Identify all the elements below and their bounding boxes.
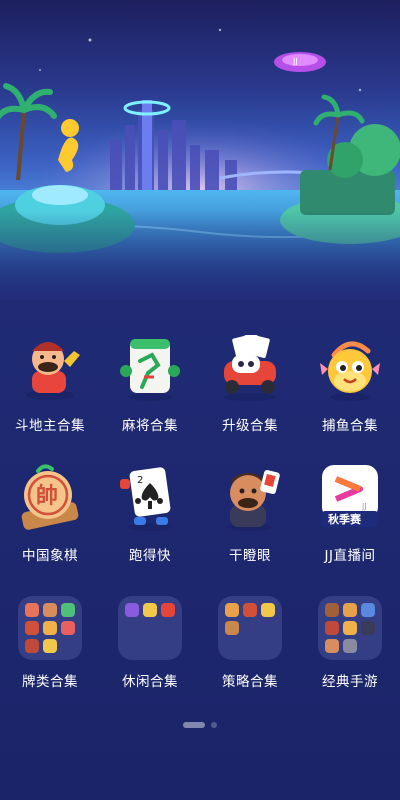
app-label: 捕鱼合集 <box>322 418 378 434</box>
folder-icon <box>18 596 82 660</box>
folder-icon <box>318 596 382 660</box>
page-dot-active[interactable] <box>183 722 205 728</box>
folder-classic-mobile[interactable]: 经典手游 <box>300 590 400 720</box>
app-label: 斗地主合集 <box>15 418 85 434</box>
svg-text:帥: 帥 <box>36 483 58 509</box>
hero-banner: JJ <box>0 0 400 300</box>
page-indicator <box>0 722 400 728</box>
race-car-cards-icon <box>213 330 287 404</box>
folder-strategy[interactable]: 策略合集 <box>200 590 300 720</box>
app-label: 跑得快 <box>129 548 171 564</box>
app-chinese-chess[interactable]: 帥 中国象棋 <box>0 460 100 590</box>
app-label: 策略合集 <box>222 674 278 690</box>
app-upgrade[interactable]: 升级合集 <box>200 330 300 460</box>
jj-live-icon: JJ 秋季赛 <box>313 460 387 534</box>
folder-card-games[interactable]: 牌类合集 <box>0 590 100 720</box>
app-jj-live[interactable]: JJ 秋季赛 JJ直播间 <box>300 460 400 590</box>
app-label: 中国象棋 <box>22 548 78 564</box>
chinese-chess-piece-icon: 帥 <box>13 460 87 534</box>
landlord-character-icon <box>13 330 87 404</box>
app-label: 休闲合集 <box>122 674 178 690</box>
folder-icon <box>218 596 282 660</box>
folder-icon <box>118 596 182 660</box>
app-run-fast[interactable]: 2 跑得快 <box>100 460 200 590</box>
app-label: 干瞪眼 <box>229 548 271 564</box>
jj-small-logo: JJ <box>361 502 367 511</box>
app-staring[interactable]: 干瞪眼 <box>200 460 300 590</box>
svg-text:2: 2 <box>137 475 143 486</box>
page-dot[interactable] <box>211 722 217 728</box>
app-label: 牌类合集 <box>22 674 78 690</box>
folder-casual[interactable]: 休闲合集 <box>100 590 200 720</box>
app-fishing[interactable]: 捕鱼合集 <box>300 330 400 460</box>
jj-live-badge: 秋季赛 <box>328 512 362 526</box>
app-landlord[interactable]: 斗地主合集 <box>0 330 100 460</box>
app-mahjong[interactable]: 麻将合集 <box>100 330 200 460</box>
running-card-icon: 2 <box>113 460 187 534</box>
staring-character-icon <box>213 460 287 534</box>
app-grid: 斗地主合集 麻将合集 升级合集 捕鱼合集 帥 中国象棋 2 跑得快 干瞪眼 JJ… <box>0 330 400 720</box>
app-label: 麻将合集 <box>122 418 178 434</box>
app-label: 升级合集 <box>222 418 278 434</box>
mahjong-tile-icon <box>113 330 187 404</box>
app-label: 经典手游 <box>322 674 378 690</box>
app-label: JJ直播间 <box>324 548 376 564</box>
fish-icon <box>313 330 387 404</box>
blimp-label: JJ <box>292 57 298 66</box>
